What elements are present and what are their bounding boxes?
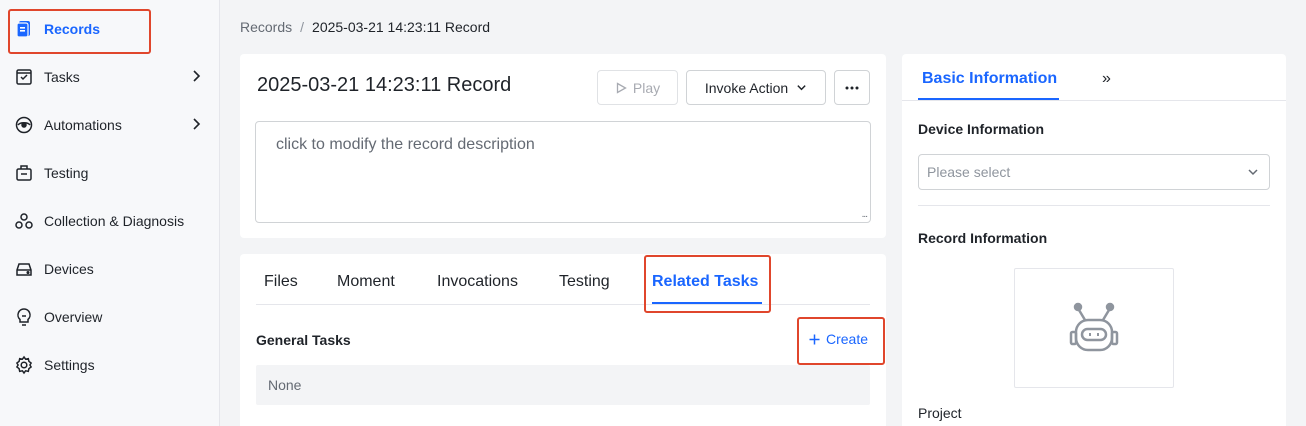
breadcrumb-separator: / <box>300 19 305 35</box>
active-tab-indicator <box>918 98 1059 100</box>
more-actions-button[interactable] <box>834 70 870 105</box>
sidebar-item-label: Devices <box>44 261 94 277</box>
gear-icon <box>14 355 34 375</box>
sidebar-item-label: Records <box>44 21 101 37</box>
tasks-icon <box>14 67 34 87</box>
sidebar-item-tasks[interactable]: Tasks <box>0 57 219 97</box>
resize-handle-icon[interactable]: ... <box>862 209 868 220</box>
tab-related-tasks[interactable]: Related Tasks <box>652 273 758 291</box>
play-label: Play <box>632 79 661 96</box>
tab-basic-information[interactable]: Basic Information <box>922 70 1057 88</box>
tab-files[interactable]: Files <box>264 273 298 291</box>
sidebar: Records Tasks Automations Testing Collec… <box>0 0 220 426</box>
sidebar-item-settings[interactable]: Settings <box>0 345 219 385</box>
device-select[interactable]: Please select <box>918 154 1270 190</box>
play-icon <box>616 81 627 94</box>
create-label: Create <box>826 331 869 347</box>
record-information-label: Record Information <box>918 230 1048 246</box>
plus-icon <box>809 334 820 344</box>
tab-testing[interactable]: Testing <box>559 273 610 291</box>
description-placeholder: click to modify the record description <box>276 136 535 153</box>
sidebar-item-devices[interactable]: Devices <box>0 249 219 289</box>
sidebar-item-label: Overview <box>44 309 103 325</box>
invoke-action-label: Invoke Action <box>704 79 789 96</box>
robot-icon <box>1069 302 1119 352</box>
record-header-card: 2025-03-21 14:23:11 Record Play Invoke A… <box>240 54 886 238</box>
records-icon <box>14 19 34 39</box>
more-icon <box>845 86 859 89</box>
sidebar-item-records[interactable]: Records <box>0 9 219 49</box>
device-avatar <box>1014 268 1174 388</box>
section-title-general-tasks: General Tasks <box>256 332 351 348</box>
sidebar-item-automations[interactable]: Automations <box>0 105 219 145</box>
testing-icon <box>14 163 34 183</box>
breadcrumb-parent[interactable]: Records <box>240 19 292 35</box>
record-tabs-card: Files Moment Invocations Testing Related… <box>240 254 886 426</box>
chevron-right-icon <box>193 118 201 130</box>
sidebar-item-label: Tasks <box>44 69 80 85</box>
project-label: Project <box>918 405 962 421</box>
chevron-down-icon <box>797 85 806 91</box>
active-tab-indicator <box>652 302 762 304</box>
chevron-right-icon <box>193 70 201 82</box>
invoke-action-button[interactable]: Invoke Action <box>686 70 826 105</box>
play-button[interactable]: Play <box>597 70 678 105</box>
sidebar-item-label: Testing <box>44 165 89 181</box>
tab-bar: Files Moment Invocations Testing Related… <box>256 254 870 305</box>
devices-icon <box>14 259 34 279</box>
sidebar-item-label: Settings <box>44 357 95 373</box>
breadcrumb-current: 2025-03-21 14:23:11 Record <box>312 19 491 35</box>
page-title: 2025-03-21 14:23:11 Record <box>257 74 512 96</box>
sidebar-item-label: Automations <box>44 117 122 133</box>
tab-invocations[interactable]: Invocations <box>437 273 518 291</box>
overview-icon <box>14 307 34 327</box>
breadcrumb: Records / 2025-03-21 14:23:11 Record <box>240 19 490 35</box>
basic-information-panel: Basic Information » Device Information P… <box>902 54 1286 426</box>
sidebar-item-testing[interactable]: Testing <box>0 153 219 193</box>
sidebar-item-overview[interactable]: Overview <box>0 297 219 337</box>
record-description-field[interactable]: click to modify the record description .… <box>255 121 871 223</box>
sidebar-item-collection-diagnosis[interactable]: Collection & Diagnosis <box>0 201 219 241</box>
empty-text: None <box>268 377 302 393</box>
divider <box>918 205 1270 206</box>
automations-icon <box>14 115 34 135</box>
collection-diagnosis-icon <box>14 211 34 231</box>
create-task-button[interactable]: Create <box>809 331 868 347</box>
right-panel-tab-bar: Basic Information » <box>902 54 1286 101</box>
expand-panel-icon[interactable]: » <box>1102 70 1111 88</box>
tab-moment[interactable]: Moment <box>337 273 395 291</box>
chevron-down-icon <box>1248 169 1258 176</box>
device-select-placeholder: Please select <box>927 164 1011 180</box>
device-information-label: Device Information <box>918 121 1045 137</box>
sidebar-item-label: Collection & Diagnosis <box>44 213 185 229</box>
empty-tasks-row: None <box>256 365 870 405</box>
